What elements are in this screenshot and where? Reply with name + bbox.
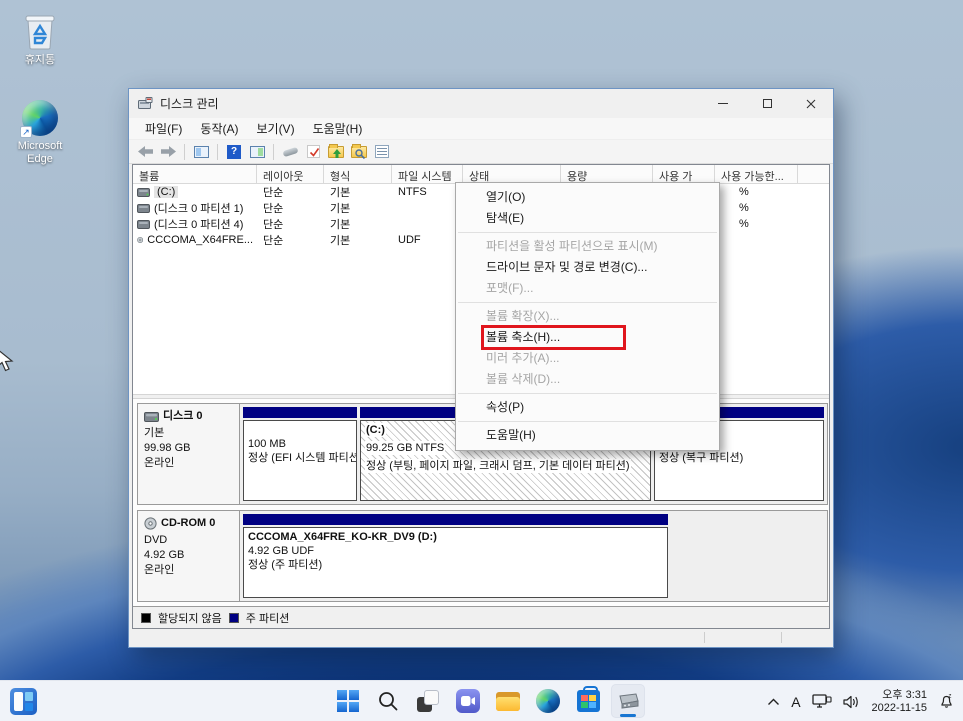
volume-icon[interactable]: [843, 695, 861, 709]
legend: 할당되지 않음 주 파티션: [133, 606, 829, 628]
recycle-bin-label: 휴지통: [2, 54, 78, 67]
task-view-icon: [417, 690, 439, 712]
menu-help[interactable]: 도움말(H): [304, 118, 372, 139]
desktop-icon-recycle-bin[interactable]: 휴지통: [2, 10, 78, 67]
clock-time: 오후 3:31: [872, 689, 927, 702]
back-icon[interactable]: [135, 142, 155, 161]
recycle-bin-icon: [2, 10, 78, 50]
chat-icon: [456, 689, 480, 713]
help-icon[interactable]: ?: [224, 142, 244, 161]
toolbar: ?: [129, 140, 833, 164]
menu-add-mirror: 미러 추가(A)...: [456, 348, 719, 369]
cdrom-icon: [144, 517, 157, 530]
desktop-icon-edge[interactable]: ↗ Microsoft Edge: [2, 96, 78, 166]
edge-button[interactable]: [531, 684, 565, 718]
menu-properties[interactable]: 속성(P): [456, 397, 719, 418]
status-bar: [132, 630, 830, 645]
partition-efi[interactable]: 100 MB 정상 (EFI 시스템 파티션): [243, 407, 357, 501]
legend-unallocated-swatch: [141, 613, 151, 623]
tray-chevron-icon[interactable]: [767, 698, 780, 706]
legend-unallocated-label: 할당되지 않음: [158, 610, 222, 626]
menu-explore[interactable]: 탐색(E): [456, 208, 719, 229]
properties-icon[interactable]: [372, 142, 392, 161]
menu-extend-volume: 볼륨 확장(X)...: [456, 306, 719, 327]
menu-file[interactable]: 파일(F): [136, 118, 191, 139]
notification-bell-icon[interactable]: z: [938, 693, 955, 710]
disk-icon: [144, 412, 159, 422]
edge-icon: [536, 689, 560, 713]
disk-management-icon: [617, 692, 639, 710]
legend-primary-swatch: [229, 613, 239, 623]
chat-button[interactable]: [451, 684, 485, 718]
console-tree-icon[interactable]: [191, 142, 211, 161]
window-title: 디스크 관리: [160, 95, 701, 112]
col-status[interactable]: 상태: [463, 165, 561, 183]
file-explorer-icon: [496, 692, 520, 711]
maximize-button[interactable]: [745, 89, 789, 118]
col-filesystem[interactable]: 파일 시스템: [392, 165, 463, 183]
menu-mark-active: 파티션을 활성 파티션으로 표시(M): [456, 236, 719, 257]
close-button[interactable]: [789, 89, 833, 118]
windows-logo-icon: [337, 690, 359, 712]
drive-icon: [137, 188, 150, 197]
menu-change-drive-letter[interactable]: 드라이브 문자 및 경로 변경(C)...: [456, 257, 719, 278]
disk-management-app-icon: [138, 97, 153, 110]
menu-format: 포맷(F)...: [456, 278, 719, 299]
menu-open[interactable]: 열기(O): [456, 187, 719, 208]
taskbar: A 오후 3:31 2022-11-15 z: [0, 680, 963, 721]
store-icon: [577, 690, 600, 712]
cdrom0-row: CD-ROM 0 DVD 4.92 GB 온라인 CCCOMA_X64FRE_K…: [137, 510, 828, 602]
widgets-button[interactable]: [10, 688, 37, 715]
taskbar-clock[interactable]: 오후 3:31 2022-11-15: [872, 689, 927, 715]
folder-find-icon[interactable]: [349, 142, 369, 161]
legend-primary-label: 주 파티션: [246, 610, 290, 626]
action-pane-icon[interactable]: [247, 142, 267, 161]
menu-delete-volume: 볼륨 삭제(D)...: [456, 369, 719, 390]
task-view-button[interactable]: [411, 684, 445, 718]
col-capacity[interactable]: 용량: [561, 165, 653, 183]
forward-icon[interactable]: [158, 142, 178, 161]
menu-shrink-volume[interactable]: 볼륨 축소(H)...: [456, 327, 719, 348]
mouse-cursor: [0, 348, 17, 374]
drive-icon: [137, 204, 150, 213]
edge-icon: ↗: [22, 100, 58, 136]
rescan-disks-icon[interactable]: [280, 142, 300, 161]
col-volume[interactable]: 볼륨: [133, 165, 257, 183]
desktop: 휴지통 ↗ Microsoft Edge 디스크 관리: [0, 0, 963, 721]
svg-text:z: z: [949, 694, 952, 700]
shortcut-arrow-icon: ↗: [20, 126, 32, 138]
col-type[interactable]: 형식: [324, 165, 392, 183]
menu-help[interactable]: 도움말(H): [456, 425, 719, 446]
drive-icon: [137, 220, 150, 229]
disk-management-taskbar-button[interactable]: [611, 684, 645, 718]
partition-color-bar: [243, 514, 668, 525]
file-explorer-button[interactable]: [491, 684, 525, 718]
disc-icon: [137, 234, 143, 246]
clock-date: 2022-11-15: [872, 702, 927, 715]
edge-label: Microsoft Edge: [5, 140, 75, 166]
ime-indicator[interactable]: A: [791, 694, 800, 710]
menu-action[interactable]: 동작(A): [191, 118, 247, 139]
store-button[interactable]: [571, 684, 605, 718]
col-layout[interactable]: 레이아웃: [257, 165, 324, 183]
partition-color-bar: [243, 407, 357, 418]
disk0-info[interactable]: 디스크 0 기본 99.98 GB 온라인: [138, 404, 240, 504]
titlebar[interactable]: 디스크 관리: [129, 89, 833, 118]
partition-dvd[interactable]: CCCOMA_X64FRE_KO-KR_DV9 (D:) 4.92 GB UDF…: [243, 514, 668, 598]
start-button[interactable]: [331, 684, 365, 718]
cdrom0-info[interactable]: CD-ROM 0 DVD 4.92 GB 온라인: [138, 511, 240, 601]
network-icon[interactable]: [812, 694, 832, 709]
folder-up-icon[interactable]: [326, 142, 346, 161]
col-free[interactable]: 사용 가: [653, 165, 715, 183]
menu-bar: 파일(F) 동작(A) 보기(V) 도움말(H): [129, 118, 833, 140]
col-available[interactable]: 사용 가능한...: [715, 165, 798, 183]
search-icon: [377, 690, 399, 712]
check-task-icon[interactable]: [303, 142, 323, 161]
menu-view[interactable]: 보기(V): [247, 118, 303, 139]
minimize-button[interactable]: [701, 89, 745, 118]
volume-context-menu: 열기(O) 탐색(E) 파티션을 활성 파티션으로 표시(M) 드라이브 문자 …: [455, 182, 720, 451]
search-button[interactable]: [371, 684, 405, 718]
